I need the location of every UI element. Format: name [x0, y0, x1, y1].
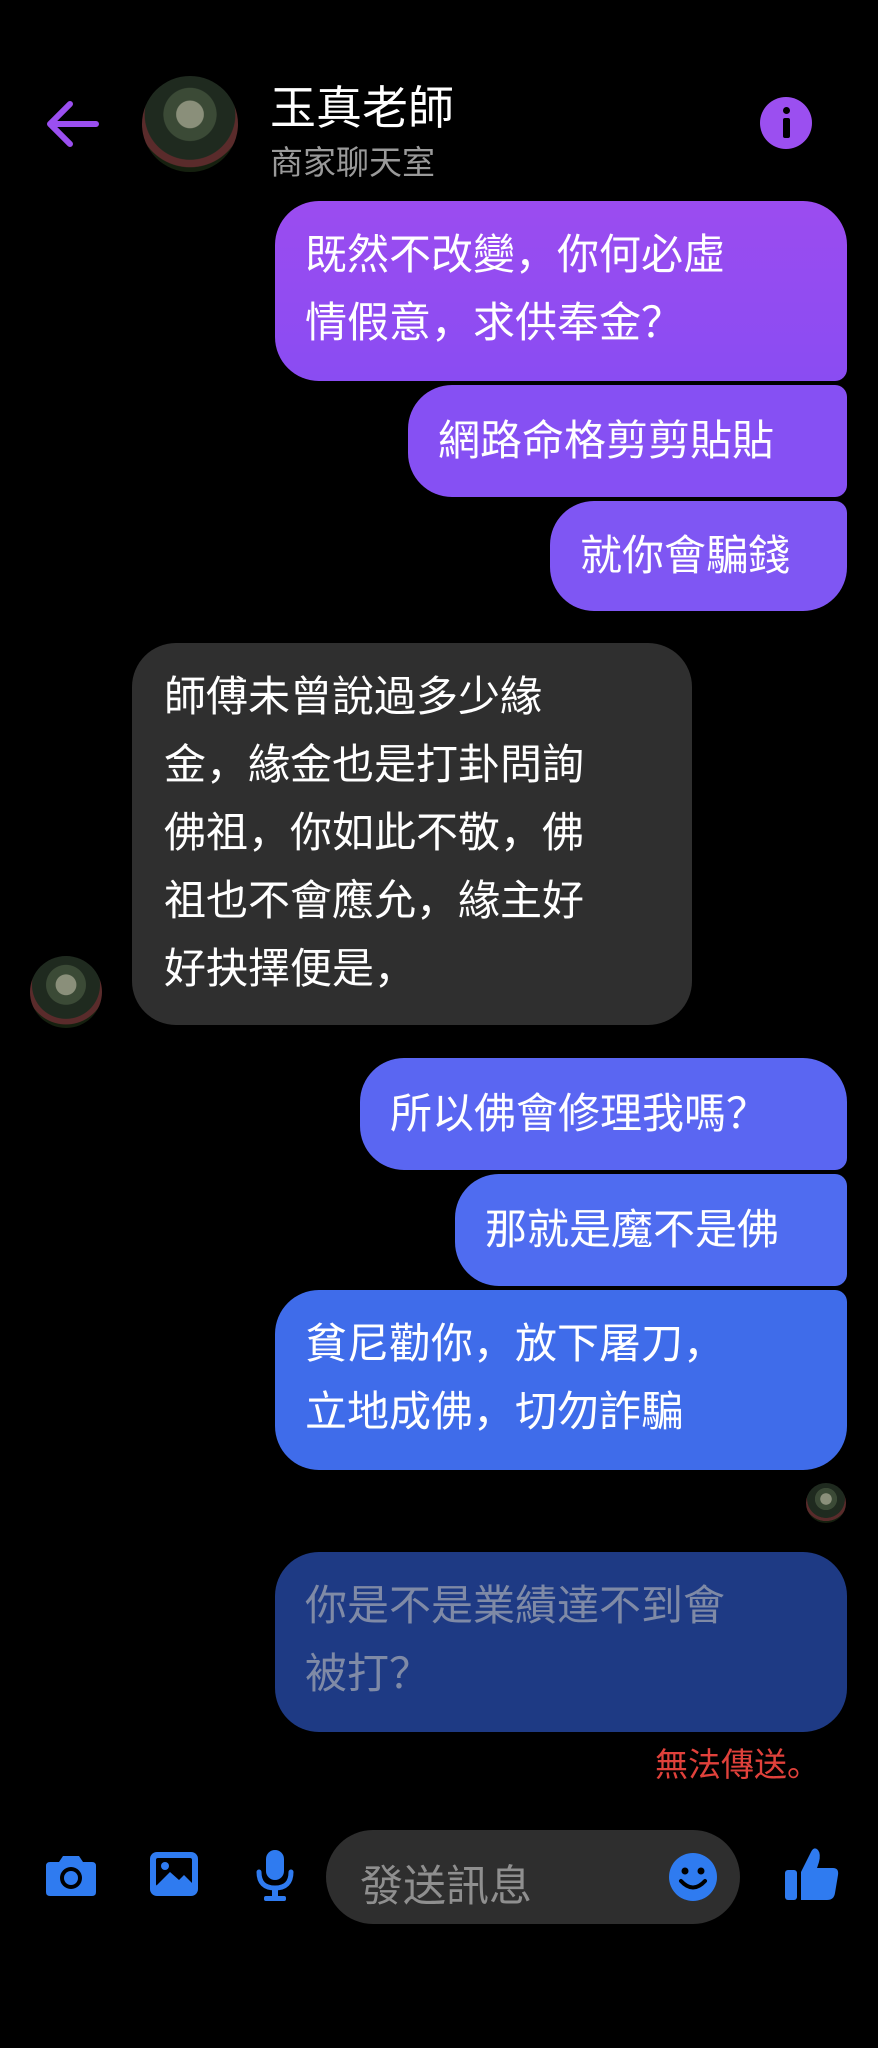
- camera-icon[interactable]: [42, 1854, 100, 1898]
- message-bubble-outgoing[interactable]: 既然不改變，你何必虛 情假意，求供奉金？: [275, 201, 847, 381]
- emoji-icon[interactable]: [668, 1852, 718, 1902]
- message-bubble-outgoing[interactable]: 貧尼勸你，放下屠刀， 立地成佛，切勿詐騙: [275, 1290, 847, 1470]
- message-input-placeholder[interactable]: 發送訊息: [360, 1852, 532, 1914]
- message-bubble-incoming[interactable]: 師傅未曾說過多少緣 金，緣金也是打卦問詢 佛祖，你如此不敬，佛 祖也不會應允，緣…: [132, 643, 692, 1025]
- arrow-left-icon[interactable]: [42, 98, 102, 150]
- info-icon[interactable]: [760, 97, 812, 149]
- send-failed-label[interactable]: 無法傳送。: [655, 1738, 820, 1786]
- message-bubble-outgoing[interactable]: 所以佛會修理我嗎？: [360, 1058, 847, 1170]
- contact-avatar[interactable]: [142, 76, 238, 172]
- thumbs-up-icon[interactable]: [783, 1846, 841, 1902]
- image-icon[interactable]: [148, 1850, 200, 1898]
- contact-subtitle: 商家聊天室: [270, 143, 435, 182]
- sender-avatar[interactable]: [30, 956, 102, 1028]
- microphone-icon[interactable]: [255, 1848, 295, 1902]
- message-bubble-failed[interactable]: 你是不是業績達不到會 被打？: [275, 1552, 847, 1732]
- contact-name[interactable]: 玉真老師: [270, 72, 454, 138]
- seen-receipt-avatar: [806, 1483, 846, 1523]
- message-bubble-outgoing[interactable]: 就你會騙錢: [550, 501, 847, 611]
- chat-header: 玉真老師 商家聊天室: [0, 0, 878, 200]
- message-bubble-outgoing[interactable]: 網路命格剪剪貼貼: [408, 385, 847, 497]
- message-bubble-outgoing[interactable]: 那就是魔不是佛: [455, 1174, 847, 1286]
